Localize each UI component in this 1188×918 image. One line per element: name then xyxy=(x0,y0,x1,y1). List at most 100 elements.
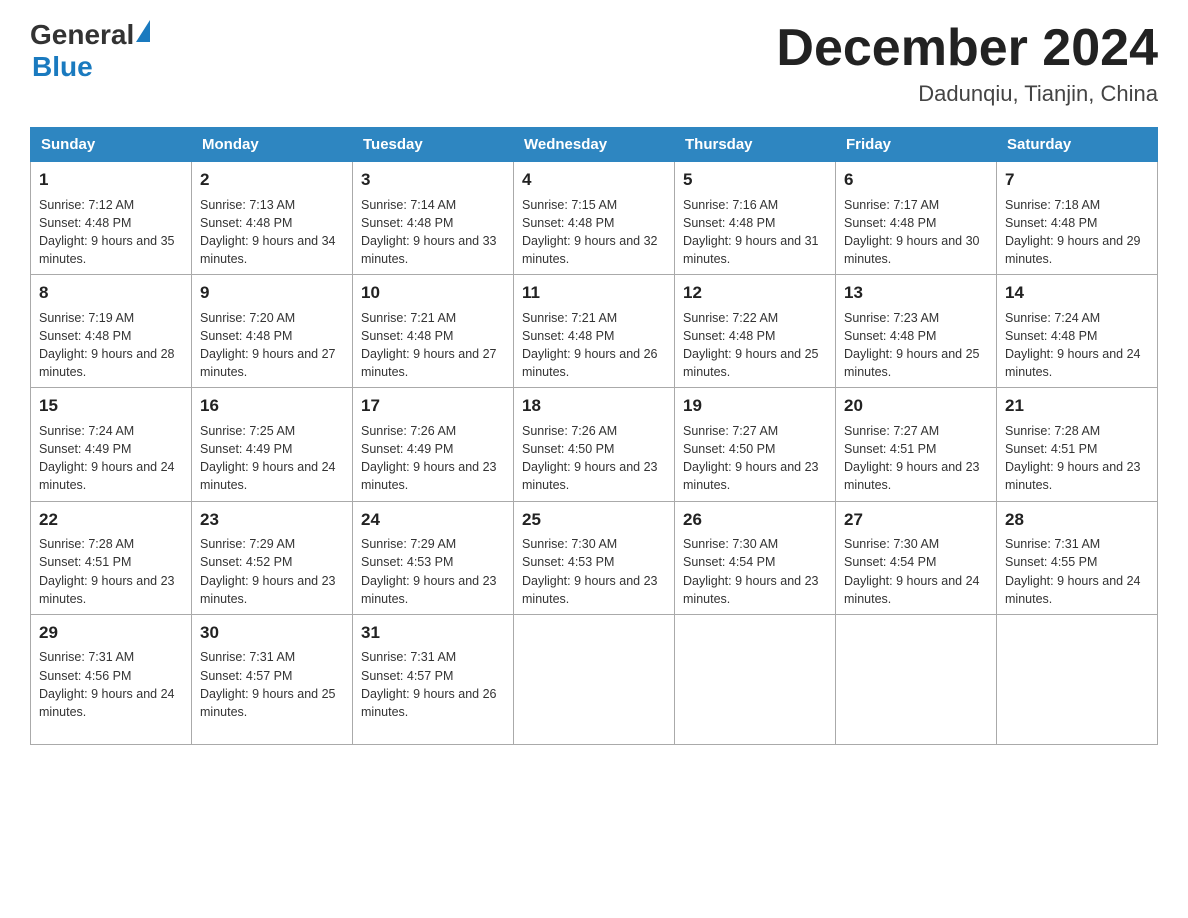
day-number: 21 xyxy=(1005,394,1149,419)
table-row: 23 Sunrise: 7:29 AMSunset: 4:52 PMDaylig… xyxy=(192,501,353,614)
table-row: 27 Sunrise: 7:30 AMSunset: 4:54 PMDaylig… xyxy=(836,501,997,614)
table-row: 3 Sunrise: 7:14 AMSunset: 4:48 PMDayligh… xyxy=(353,162,514,275)
day-number: 19 xyxy=(683,394,827,419)
table-row: 6 Sunrise: 7:17 AMSunset: 4:48 PMDayligh… xyxy=(836,162,997,275)
table-row: 26 Sunrise: 7:30 AMSunset: 4:54 PMDaylig… xyxy=(675,501,836,614)
col-thursday: Thursday xyxy=(675,128,836,162)
day-info: Sunrise: 7:28 AMSunset: 4:51 PMDaylight:… xyxy=(39,537,175,605)
location: Dadunqiu, Tianjin, China xyxy=(776,81,1158,107)
table-row: 31 Sunrise: 7:31 AMSunset: 4:57 PMDaylig… xyxy=(353,614,514,744)
day-number: 25 xyxy=(522,508,666,533)
title-section: December 2024 Dadunqiu, Tianjin, China xyxy=(776,20,1158,107)
table-row: 7 Sunrise: 7:18 AMSunset: 4:48 PMDayligh… xyxy=(997,162,1158,275)
day-info: Sunrise: 7:21 AMSunset: 4:48 PMDaylight:… xyxy=(361,311,497,379)
day-info: Sunrise: 7:12 AMSunset: 4:48 PMDaylight:… xyxy=(39,198,175,266)
table-row: 30 Sunrise: 7:31 AMSunset: 4:57 PMDaylig… xyxy=(192,614,353,744)
day-info: Sunrise: 7:22 AMSunset: 4:48 PMDaylight:… xyxy=(683,311,819,379)
table-row xyxy=(997,614,1158,744)
day-number: 5 xyxy=(683,168,827,193)
day-number: 16 xyxy=(200,394,344,419)
col-sunday: Sunday xyxy=(31,128,192,162)
table-row: 21 Sunrise: 7:28 AMSunset: 4:51 PMDaylig… xyxy=(997,388,1158,501)
table-row: 8 Sunrise: 7:19 AMSunset: 4:48 PMDayligh… xyxy=(31,275,192,388)
day-number: 4 xyxy=(522,168,666,193)
table-row: 1 Sunrise: 7:12 AMSunset: 4:48 PMDayligh… xyxy=(31,162,192,275)
table-row: 2 Sunrise: 7:13 AMSunset: 4:48 PMDayligh… xyxy=(192,162,353,275)
day-info: Sunrise: 7:30 AMSunset: 4:53 PMDaylight:… xyxy=(522,537,658,605)
logo-triangle-icon xyxy=(136,20,150,42)
day-info: Sunrise: 7:29 AMSunset: 4:53 PMDaylight:… xyxy=(361,537,497,605)
table-row: 15 Sunrise: 7:24 AMSunset: 4:49 PMDaylig… xyxy=(31,388,192,501)
day-number: 8 xyxy=(39,281,183,306)
logo: General Blue xyxy=(30,20,150,83)
calendar-week-row: 8 Sunrise: 7:19 AMSunset: 4:48 PMDayligh… xyxy=(31,275,1158,388)
day-info: Sunrise: 7:15 AMSunset: 4:48 PMDaylight:… xyxy=(522,198,658,266)
day-number: 9 xyxy=(200,281,344,306)
day-info: Sunrise: 7:13 AMSunset: 4:48 PMDaylight:… xyxy=(200,198,336,266)
day-number: 29 xyxy=(39,621,183,646)
calendar-table: Sunday Monday Tuesday Wednesday Thursday… xyxy=(30,127,1158,745)
logo-general: General xyxy=(30,20,134,51)
day-info: Sunrise: 7:27 AMSunset: 4:51 PMDaylight:… xyxy=(844,424,980,492)
table-row: 12 Sunrise: 7:22 AMSunset: 4:48 PMDaylig… xyxy=(675,275,836,388)
day-info: Sunrise: 7:17 AMSunset: 4:48 PMDaylight:… xyxy=(844,198,980,266)
table-row: 19 Sunrise: 7:27 AMSunset: 4:50 PMDaylig… xyxy=(675,388,836,501)
day-number: 10 xyxy=(361,281,505,306)
day-number: 15 xyxy=(39,394,183,419)
day-number: 6 xyxy=(844,168,988,193)
table-row: 20 Sunrise: 7:27 AMSunset: 4:51 PMDaylig… xyxy=(836,388,997,501)
day-info: Sunrise: 7:20 AMSunset: 4:48 PMDaylight:… xyxy=(200,311,336,379)
day-number: 23 xyxy=(200,508,344,533)
page-header: General Blue December 2024 Dadunqiu, Tia… xyxy=(30,20,1158,107)
table-row: 9 Sunrise: 7:20 AMSunset: 4:48 PMDayligh… xyxy=(192,275,353,388)
calendar-week-row: 29 Sunrise: 7:31 AMSunset: 4:56 PMDaylig… xyxy=(31,614,1158,744)
table-row xyxy=(514,614,675,744)
col-friday: Friday xyxy=(836,128,997,162)
day-number: 11 xyxy=(522,281,666,306)
day-number: 20 xyxy=(844,394,988,419)
day-info: Sunrise: 7:31 AMSunset: 4:57 PMDaylight:… xyxy=(200,650,336,718)
day-info: Sunrise: 7:30 AMSunset: 4:54 PMDaylight:… xyxy=(844,537,980,605)
day-number: 13 xyxy=(844,281,988,306)
table-row: 18 Sunrise: 7:26 AMSunset: 4:50 PMDaylig… xyxy=(514,388,675,501)
day-info: Sunrise: 7:21 AMSunset: 4:48 PMDaylight:… xyxy=(522,311,658,379)
day-number: 30 xyxy=(200,621,344,646)
day-info: Sunrise: 7:14 AMSunset: 4:48 PMDaylight:… xyxy=(361,198,497,266)
day-number: 14 xyxy=(1005,281,1149,306)
day-info: Sunrise: 7:26 AMSunset: 4:49 PMDaylight:… xyxy=(361,424,497,492)
col-tuesday: Tuesday xyxy=(353,128,514,162)
day-number: 27 xyxy=(844,508,988,533)
day-info: Sunrise: 7:24 AMSunset: 4:48 PMDaylight:… xyxy=(1005,311,1141,379)
day-number: 1 xyxy=(39,168,183,193)
day-number: 24 xyxy=(361,508,505,533)
day-info: Sunrise: 7:31 AMSunset: 4:57 PMDaylight:… xyxy=(361,650,497,718)
day-info: Sunrise: 7:19 AMSunset: 4:48 PMDaylight:… xyxy=(39,311,175,379)
calendar-week-row: 22 Sunrise: 7:28 AMSunset: 4:51 PMDaylig… xyxy=(31,501,1158,614)
col-saturday: Saturday xyxy=(997,128,1158,162)
table-row: 4 Sunrise: 7:15 AMSunset: 4:48 PMDayligh… xyxy=(514,162,675,275)
col-wednesday: Wednesday xyxy=(514,128,675,162)
day-number: 2 xyxy=(200,168,344,193)
table-row: 25 Sunrise: 7:30 AMSunset: 4:53 PMDaylig… xyxy=(514,501,675,614)
day-info: Sunrise: 7:23 AMSunset: 4:48 PMDaylight:… xyxy=(844,311,980,379)
table-row: 13 Sunrise: 7:23 AMSunset: 4:48 PMDaylig… xyxy=(836,275,997,388)
table-row xyxy=(675,614,836,744)
logo-blue: Blue xyxy=(32,51,93,82)
day-info: Sunrise: 7:29 AMSunset: 4:52 PMDaylight:… xyxy=(200,537,336,605)
day-info: Sunrise: 7:18 AMSunset: 4:48 PMDaylight:… xyxy=(1005,198,1141,266)
day-number: 22 xyxy=(39,508,183,533)
month-title: December 2024 xyxy=(776,20,1158,77)
calendar-week-row: 1 Sunrise: 7:12 AMSunset: 4:48 PMDayligh… xyxy=(31,162,1158,275)
day-number: 18 xyxy=(522,394,666,419)
table-row: 14 Sunrise: 7:24 AMSunset: 4:48 PMDaylig… xyxy=(997,275,1158,388)
day-number: 26 xyxy=(683,508,827,533)
day-info: Sunrise: 7:16 AMSunset: 4:48 PMDaylight:… xyxy=(683,198,819,266)
day-info: Sunrise: 7:31 AMSunset: 4:56 PMDaylight:… xyxy=(39,650,175,718)
table-row: 5 Sunrise: 7:16 AMSunset: 4:48 PMDayligh… xyxy=(675,162,836,275)
day-number: 3 xyxy=(361,168,505,193)
day-info: Sunrise: 7:25 AMSunset: 4:49 PMDaylight:… xyxy=(200,424,336,492)
table-row: 24 Sunrise: 7:29 AMSunset: 4:53 PMDaylig… xyxy=(353,501,514,614)
day-number: 28 xyxy=(1005,508,1149,533)
day-number: 12 xyxy=(683,281,827,306)
header-row: Sunday Monday Tuesday Wednesday Thursday… xyxy=(31,128,1158,162)
